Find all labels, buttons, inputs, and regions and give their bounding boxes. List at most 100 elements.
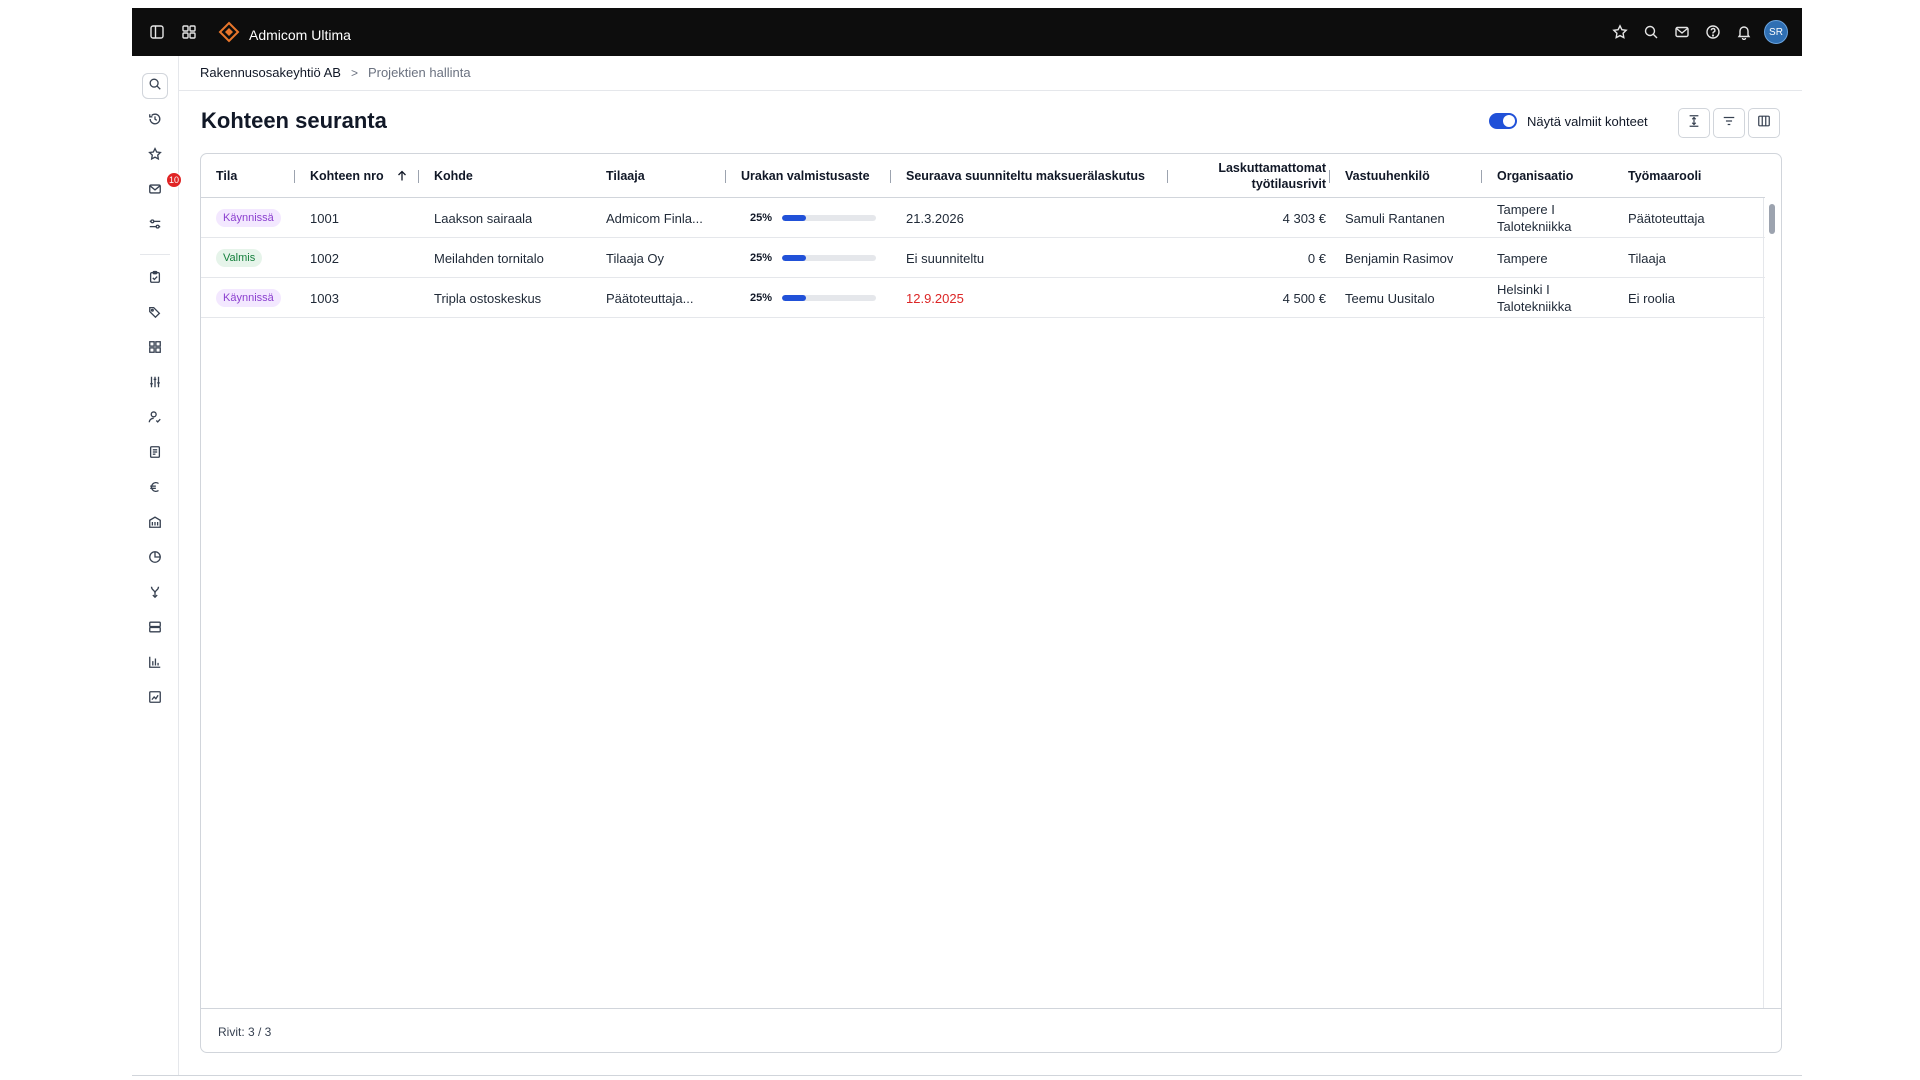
- breadcrumb-separator: >: [350, 65, 358, 80]
- apps-grid-icon[interactable]: [178, 21, 200, 43]
- row-height-button[interactable]: [1678, 108, 1710, 138]
- table-row[interactable]: Käynnissä 1003 Tripla ostoskeskus Päätot…: [201, 278, 1765, 318]
- sidebar-settings[interactable]: [142, 371, 168, 397]
- cell-tilaaja: Päätoteuttaja...: [606, 290, 694, 306]
- col-nro[interactable]: Kohteen nro: [310, 154, 408, 198]
- cell-tila: Valmis: [216, 238, 263, 278]
- sidebar-messages[interactable]: 10: [142, 172, 182, 204]
- cell-laskuttamattomat: 0 €: [1307, 250, 1326, 266]
- cell-seuraava: Ei suunniteltu: [906, 250, 985, 266]
- sidebar-modules[interactable]: [142, 336, 168, 362]
- progress-bar: [782, 255, 876, 261]
- cell-laskuttamattomat: 4 500 €: [1282, 290, 1326, 306]
- history-icon: [148, 112, 162, 131]
- progress-fill: [782, 295, 806, 301]
- col-organisaatio[interactable]: Organisaatio: [1497, 154, 1573, 198]
- status-badge: Käynnissä: [216, 209, 281, 227]
- server-icon: [148, 620, 162, 639]
- cell-tilaaja: Admicom Finla...: [606, 210, 703, 226]
- sidebar-favorites[interactable]: [142, 143, 168, 169]
- col-resize-handle[interactable]: [1167, 170, 1168, 183]
- breadcrumb-company[interactable]: Rakennusosakeyhtiö AB: [200, 65, 341, 80]
- col-laskuttamattomat[interactable]: Laskuttamattomat työtilausrivit: [1186, 154, 1326, 198]
- col-resize-handle[interactable]: [890, 170, 891, 183]
- bell-icon[interactable]: [1733, 21, 1755, 43]
- progress-bar: [782, 295, 876, 301]
- col-seuraava[interactable]: Seuraava suunniteltu maksuerälaskutus: [906, 154, 1145, 198]
- sidebar-toggle-icon[interactable]: [146, 21, 168, 43]
- col-tilaaja[interactable]: Tilaaja: [606, 154, 645, 198]
- building-icon: [148, 515, 162, 534]
- scrollbar-thumb[interactable]: [1769, 204, 1775, 234]
- cell-organisaatio: Tampere I Talotekniikka: [1497, 202, 1572, 234]
- col-resize-handle[interactable]: [1481, 170, 1482, 183]
- cell-vastuuhenkilo: Samuli Rantanen: [1345, 210, 1445, 226]
- show-completed-toggle[interactable]: Näytä valmiit kohteet: [1489, 113, 1648, 129]
- star-icon[interactable]: [1609, 21, 1631, 43]
- progress-percent: 25%: [750, 212, 773, 224]
- table-row[interactable]: Käynnissä 1001 Laakson sairaala Admicom …: [201, 198, 1765, 238]
- search-icon[interactable]: [1640, 21, 1662, 43]
- col-kohde[interactable]: Kohde: [434, 154, 473, 198]
- progress-percent: 25%: [750, 252, 773, 264]
- clipboard-icon: [148, 270, 162, 289]
- merge-icon: [148, 585, 162, 604]
- breadcrumb: Rakennusosakeyhtiö AB > Projektien halli…: [200, 65, 471, 80]
- sidebar-sliders[interactable]: [142, 213, 168, 239]
- table-footer: Rivit: 3 / 3: [201, 1008, 1781, 1052]
- sidebar-history[interactable]: [142, 108, 168, 134]
- vertical-scrollbar[interactable]: [1763, 198, 1781, 1008]
- mail-icon: [148, 182, 162, 201]
- filter-button[interactable]: [1713, 108, 1745, 138]
- sidebar-storage[interactable]: [142, 616, 168, 642]
- sidebar-documents[interactable]: [142, 441, 168, 467]
- sidebar-users[interactable]: [142, 406, 168, 432]
- sidebar-buildings[interactable]: [142, 511, 168, 537]
- bottom-border: [132, 1075, 1802, 1076]
- user-check-icon: [148, 410, 162, 429]
- line-chart-icon: [148, 690, 162, 709]
- bar-chart-icon: [148, 655, 162, 674]
- col-resize-handle[interactable]: [725, 170, 726, 183]
- sidebar-clipboard[interactable]: [142, 266, 168, 292]
- cell-organisaatio: Helsinki I Talotekniikka: [1497, 282, 1572, 314]
- sidebar-search[interactable]: [142, 73, 168, 99]
- brand[interactable]: Admicom Ultima: [218, 21, 351, 48]
- sidebar-analytics[interactable]: [142, 651, 168, 677]
- user-avatar[interactable]: SR: [1764, 20, 1788, 44]
- col-resize-handle[interactable]: [1329, 170, 1330, 183]
- sidebar-divider: [140, 254, 170, 255]
- progress-bar: [782, 215, 876, 221]
- sidebar-trends[interactable]: [142, 686, 168, 712]
- euro-icon: [148, 480, 162, 499]
- help-icon[interactable]: [1702, 21, 1724, 43]
- cell-tyomaarooli: Tilaaja: [1628, 250, 1666, 266]
- columns-button[interactable]: [1748, 108, 1780, 138]
- sidebar-merge[interactable]: [142, 581, 168, 607]
- top-bar: Admicom Ultima SR: [132, 8, 1802, 56]
- toggle-switch[interactable]: [1489, 113, 1517, 129]
- cell-valmistusaste: 25%: [750, 278, 876, 318]
- sidebar-reports[interactable]: [142, 546, 168, 572]
- modules-icon: [148, 340, 162, 359]
- sidebar-tags[interactable]: [142, 301, 168, 327]
- sort-asc-icon[interactable]: [396, 170, 408, 182]
- table-row[interactable]: Valmis 1002 Meilahden tornitalo Tilaaja …: [201, 238, 1765, 278]
- logo-icon: [218, 21, 240, 48]
- col-valmistusaste[interactable]: Urakan valmistusaste: [741, 154, 870, 198]
- sidebar-finance[interactable]: [142, 476, 168, 502]
- sidebar: 10: [132, 56, 182, 1076]
- mail-icon[interactable]: [1671, 21, 1693, 43]
- col-resize-handle[interactable]: [294, 170, 295, 183]
- progress-fill: [782, 255, 806, 261]
- cell-valmistusaste: 25%: [750, 198, 876, 238]
- app-name: Admicom Ultima: [249, 26, 351, 43]
- cell-seuraava: 21.3.2026: [906, 210, 964, 226]
- col-laskuttamattomat-line1: Laskuttamattomat: [1218, 161, 1326, 175]
- col-tyomaarooli[interactable]: Työmaarooli: [1628, 154, 1701, 198]
- col-tila[interactable]: Tila: [216, 154, 237, 198]
- col-resize-handle[interactable]: [418, 170, 419, 183]
- filter-icon: [1722, 114, 1736, 133]
- status-badge: Käynnissä: [216, 289, 281, 307]
- col-vastuuhenkilo[interactable]: Vastuuhenkilö: [1345, 154, 1430, 198]
